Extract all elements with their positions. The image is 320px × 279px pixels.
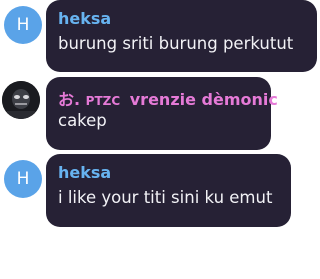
sender-name[interactable]: heksa [58, 163, 111, 182]
message-text: burung sriti burung perkutut [58, 34, 294, 53]
sender-name-text: vrenzie dèmonic [129, 90, 278, 109]
sender-prefix: お. [58, 90, 81, 109]
message-item: お. PTZC vrenzie dèmonic cakep [0, 76, 320, 154]
sender-name[interactable]: お. PTZC vrenzie dèmonic [58, 86, 278, 110]
user-photo-icon [2, 81, 40, 119]
message-text: i like your titi sini ku emut [58, 188, 273, 207]
user-avatar[interactable] [2, 81, 40, 119]
sender-tag: PTZC [85, 94, 121, 108]
avatar-letter: H [16, 169, 30, 189]
message-item: H heksa burung sriti burung perkutut [0, 0, 320, 76]
user-avatar[interactable]: H [4, 160, 42, 198]
sender-name[interactable]: heksa [58, 9, 111, 28]
avatar-letter: H [16, 15, 30, 35]
message-bubble[interactable]: heksa i like your titi sini ku emut [46, 154, 291, 227]
message-item: H heksa i like your titi sini ku emut [0, 154, 320, 230]
message-bubble[interactable]: heksa burung sriti burung perkutut [46, 0, 317, 72]
message-bubble[interactable]: お. PTZC vrenzie dèmonic cakep [46, 77, 278, 150]
message-text: cakep [58, 111, 107, 130]
user-avatar[interactable]: H [4, 6, 42, 44]
